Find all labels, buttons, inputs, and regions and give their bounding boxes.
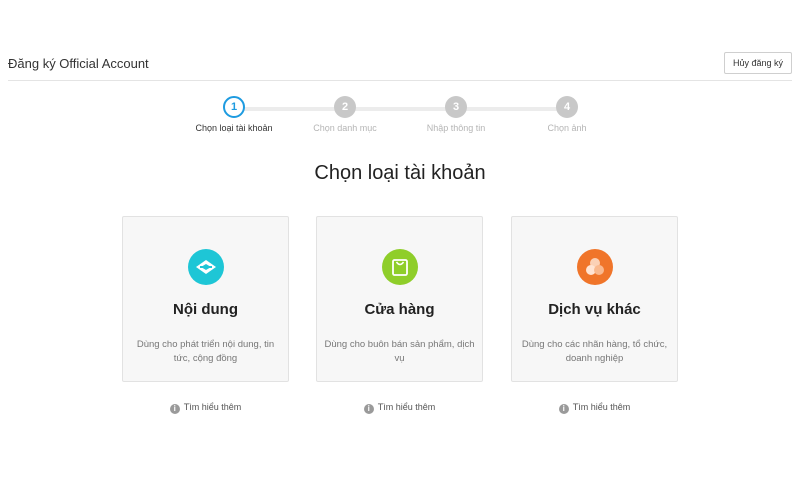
page-title: Đăng ký Official Account [8,56,149,71]
card-title: Cửa hàng [364,301,435,318]
header: Đăng ký Official Account Hủy đăng ký [0,0,800,82]
learn-more-link-store[interactable]: i Tìm hiểu thêm [316,402,483,414]
card-description: Dùng cho buôn bán sản phẩm, dịch vụ [324,339,475,364]
header-divider [8,80,792,81]
step-4-circle: 4 [556,96,578,118]
content-icon [187,249,224,285]
step-3-circle: 3 [445,96,467,118]
step-2-circle: 2 [334,96,356,118]
step-4: 4 Chọn ảnh [497,96,637,133]
learn-more-link-other-services[interactable]: i Tìm hiểu thêm [511,402,678,414]
info-icon: i [363,404,374,414]
card-description: Dùng cho phát triển nội dung, tin tức, c… [136,339,275,364]
account-type-card-content[interactable]: Nội dung Dùng cho phát triển nội dung, t… [122,216,289,382]
section-title: Chọn loại tài khoản [314,162,486,184]
account-type-card-other-services[interactable]: Dịch vụ khác Dùng cho các nhãn hàng, tổ … [511,216,678,382]
card-title: Dịch vụ khác [548,301,641,318]
learn-more-label: Tìm hiểu thêm [377,402,436,412]
info-icon: i [169,404,180,414]
card-description: Dùng cho các nhãn hàng, tổ chức, doanh n… [521,339,668,364]
shopping-bag-icon [381,249,418,285]
card-title: Nội dung [173,301,238,318]
cancel-registration-button[interactable]: Hủy đăng ký [723,52,792,74]
learn-more-label: Tìm hiểu thêm [572,402,631,412]
info-icon: i [558,404,569,414]
learn-more-label: Tìm hiểu thêm [183,402,242,412]
progress-stepper: 1 Chọn loại tài khoản 2 Chọn danh mục 3 … [0,96,800,140]
step-4-label: Chọn ảnh [547,123,587,133]
circles-icon [576,249,613,285]
account-type-card-store[interactable]: Cửa hàng Dùng cho buôn bán sản phẩm, dịc… [316,216,483,382]
learn-more-link-content[interactable]: i Tìm hiểu thêm [122,402,289,414]
step-1-circle: 1 [223,96,245,118]
